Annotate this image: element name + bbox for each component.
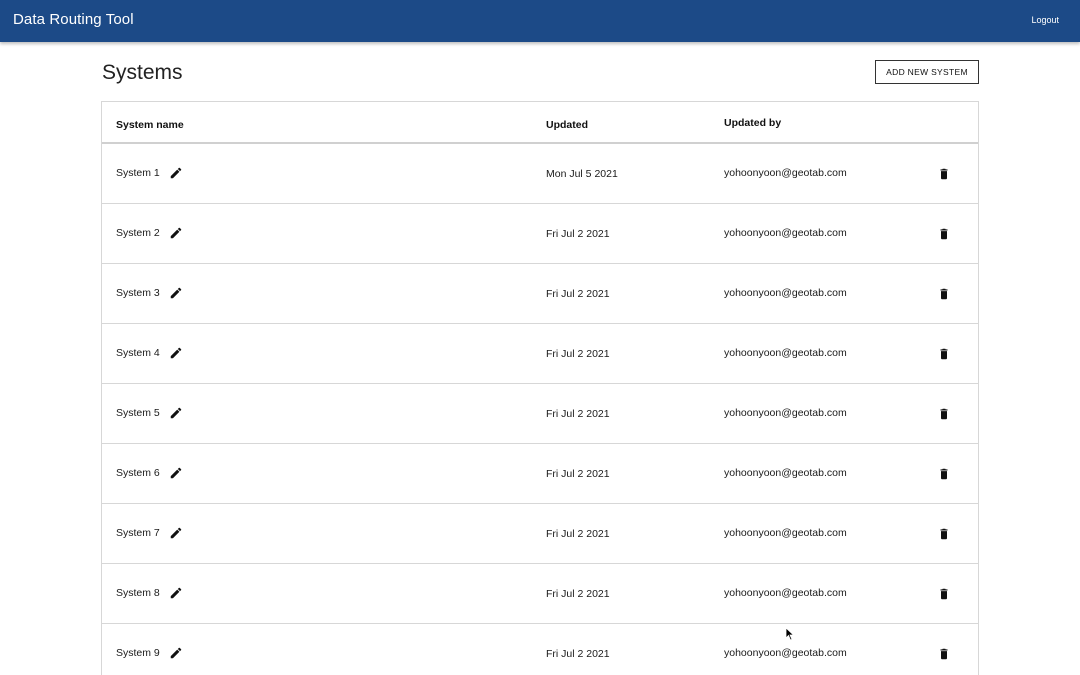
updated-by-email: yohoonyoon@geotab.com: [724, 167, 847, 179]
updated-by-email: yohoonyoon@geotab.com: [724, 647, 847, 659]
system-name: System 7: [116, 527, 160, 539]
system-name-cell: System 9: [116, 646, 183, 660]
trash-icon[interactable]: [938, 587, 950, 601]
trash-icon[interactable]: [938, 467, 950, 481]
trash-icon[interactable]: [938, 287, 950, 301]
pencil-icon[interactable]: [169, 406, 183, 420]
table-row: System 1 Mon Jul 5 2021 yohoonyoon@geotab.…: [102, 144, 978, 204]
system-name-cell: System 4: [116, 346, 183, 360]
system-name-cell: System 5: [116, 406, 183, 420]
trash-icon[interactable]: [938, 227, 950, 241]
table-row: System 7 Fri Jul 2 2021 yohoonyoon@geotab.…: [102, 504, 978, 564]
column-header-updated: Updated: [546, 119, 588, 131]
updated-by-email: yohoonyoon@geotab.com: [724, 587, 847, 599]
app-title: Data Routing Tool: [13, 11, 134, 28]
trash-icon[interactable]: [938, 347, 950, 361]
system-name: System 6: [116, 467, 160, 479]
updated-date: Fri Jul 2 2021: [546, 288, 610, 300]
updated-date: Mon Jul 5 2021: [546, 168, 618, 180]
table-body: System 1 Mon Jul 5 2021 yohoonyoon@geotab.…: [102, 144, 978, 675]
updated-date: Fri Jul 2 2021: [546, 588, 610, 600]
systems-table: System name Updated Updated by System 1 M…: [101, 101, 979, 675]
updated-date: Fri Jul 2 2021: [546, 468, 610, 480]
pencil-icon[interactable]: [169, 346, 183, 360]
system-name: System 8: [116, 587, 160, 599]
table-row: System 3 Fri Jul 2 2021 yohoonyoon@geotab.…: [102, 264, 978, 324]
updated-date: Fri Jul 2 2021: [546, 228, 610, 240]
updated-date: Fri Jul 2 2021: [546, 648, 610, 660]
trash-icon[interactable]: [938, 647, 950, 661]
table-row: System 5 Fri Jul 2 2021 yohoonyoon@geotab.…: [102, 384, 978, 444]
pencil-icon[interactable]: [169, 286, 183, 300]
trash-icon[interactable]: [938, 167, 950, 181]
page-title: Systems: [102, 61, 183, 84]
updated-date: Fri Jul 2 2021: [546, 408, 610, 420]
updated-by-email: yohoonyoon@geotab.com: [724, 227, 847, 239]
pencil-icon[interactable]: [169, 526, 183, 540]
trash-icon[interactable]: [938, 527, 950, 541]
updated-by-email: yohoonyoon@geotab.com: [724, 347, 847, 359]
table-row: System 9 Fri Jul 2 2021 yohoonyoon@geotab.…: [102, 624, 978, 675]
updated-by-email: yohoonyoon@geotab.com: [724, 407, 847, 419]
system-name-cell: System 3: [116, 286, 183, 300]
table-row: System 6 Fri Jul 2 2021 yohoonyoon@geotab.…: [102, 444, 978, 504]
system-name: System 4: [116, 347, 160, 359]
trash-icon[interactable]: [938, 407, 950, 421]
system-name-cell: System 7: [116, 526, 183, 540]
mouse-cursor-icon: [785, 627, 795, 641]
system-name: System 2: [116, 227, 160, 239]
system-name: System 3: [116, 287, 160, 299]
table-row: System 4 Fri Jul 2 2021 yohoonyoon@geotab.…: [102, 324, 978, 384]
system-name: System 9: [116, 647, 160, 659]
system-name-cell: System 2: [116, 226, 183, 240]
column-header-system-name: System name: [116, 119, 184, 131]
system-name-cell: System 6: [116, 466, 183, 480]
system-name: System 5: [116, 407, 160, 419]
pencil-icon[interactable]: [169, 586, 183, 600]
pencil-icon[interactable]: [169, 466, 183, 480]
system-name: System 1: [116, 167, 160, 179]
updated-date: Fri Jul 2 2021: [546, 528, 610, 540]
system-name-cell: System 1: [116, 166, 183, 180]
table-row: System 8 Fri Jul 2 2021 yohoonyoon@geotab.…: [102, 564, 978, 624]
updated-date: Fri Jul 2 2021: [546, 348, 610, 360]
updated-by-email: yohoonyoon@geotab.com: [724, 467, 847, 479]
pencil-icon[interactable]: [169, 226, 183, 240]
column-header-updated-by: Updated by: [724, 117, 782, 129]
updated-by-email: yohoonyoon@geotab.com: [724, 527, 847, 539]
pencil-icon[interactable]: [169, 646, 183, 660]
table-header: System name Updated Updated by: [102, 102, 978, 144]
logout-link[interactable]: Logout: [1031, 15, 1059, 25]
table-row: System 2 Fri Jul 2 2021 yohoonyoon@geotab.…: [102, 204, 978, 264]
top-app-bar: Data Routing Tool Logout: [0, 0, 1080, 42]
pencil-icon[interactable]: [169, 166, 183, 180]
add-new-system-button[interactable]: ADD NEW SYSTEM: [875, 60, 979, 84]
system-name-cell: System 8: [116, 586, 183, 600]
updated-by-email: yohoonyoon@geotab.com: [724, 287, 847, 299]
